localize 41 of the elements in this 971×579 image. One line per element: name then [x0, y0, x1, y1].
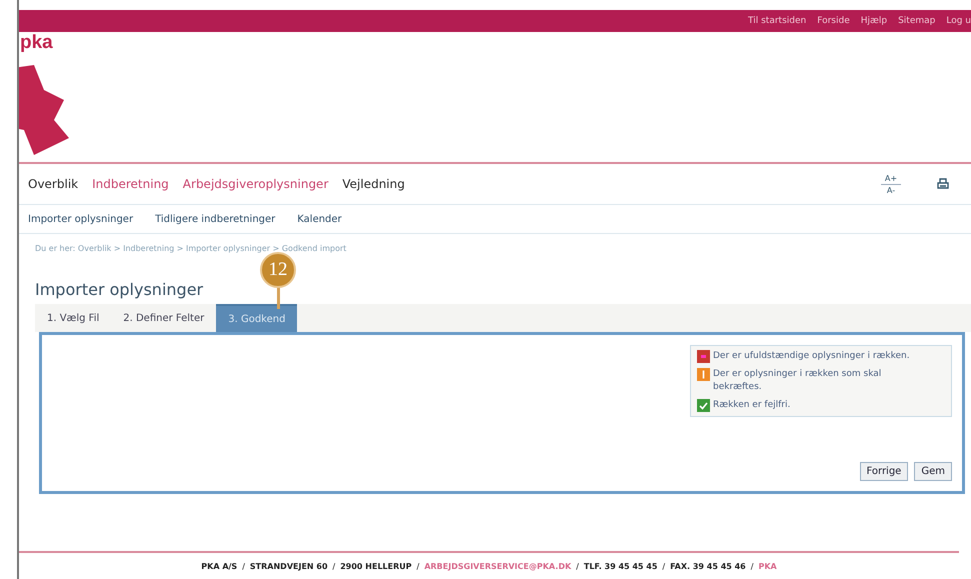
top-link[interactable]: Log u — [946, 16, 971, 26]
top-link[interactable]: Sitemap — [898, 16, 936, 26]
sub-nav-link[interactable]: Importer oplysninger — [28, 214, 134, 224]
separator: / — [416, 562, 420, 570]
legend-text: Rækken er fejlfri. — [713, 399, 790, 412]
separator: / — [750, 562, 754, 570]
footer-text: FAX. 39 45 45 46 — [670, 562, 746, 570]
save-button[interactable]: Gem — [914, 462, 952, 481]
print-icon[interactable] — [937, 178, 949, 190]
top-link[interactable]: Hjælp — [860, 16, 888, 26]
legend-text: Der er oplysninger i rækken som skal bekræftes. — [713, 368, 882, 394]
footer-text: TLF. 39 45 45 45 — [584, 562, 658, 570]
step-tab[interactable]: 2. Definer Felter — [111, 304, 216, 332]
logo-text[interactable]: pka — [20, 32, 53, 54]
sub-nav-link[interactable]: Tidligere indberetninger — [155, 214, 276, 224]
check-icon — [697, 399, 710, 412]
breadcrumb: Du er her: Overblik > Indberetning > Importer oplysninger > Godkend import — [34, 243, 348, 255]
top-link[interactable]: Til startsiden — [748, 16, 806, 26]
nav-link[interactable]: Overblik — [28, 177, 78, 191]
step-tab[interactable]: 1. Vælg Fil — [35, 304, 112, 332]
callout-line — [277, 287, 280, 309]
font-decrease-button[interactable]: A- — [886, 184, 896, 196]
font-increase-button[interactable]: A+ — [884, 172, 898, 184]
separator: / — [662, 562, 666, 570]
separator: / — [242, 562, 245, 570]
warning-icon — [697, 368, 710, 381]
footer-text: STRANDVEJEN 60 — [250, 562, 328, 570]
separator: / — [576, 562, 579, 570]
top-link[interactable]: Forside — [817, 16, 850, 26]
callout-badge: 12 — [260, 252, 296, 288]
footer-text: PKA A/S — [201, 562, 238, 570]
separator: / — [332, 562, 336, 570]
footer-text: 2900 HELLERUP — [340, 562, 412, 570]
sub-nav-link[interactable]: Kalender — [297, 214, 342, 224]
nav-link[interactable]: Arbejdsgiveroplysninger — [182, 177, 328, 191]
nav-link[interactable]: Indberetning — [92, 177, 169, 191]
legend-text: Der er ufuldstændige oplysninger i rækken. — [713, 350, 910, 363]
previous-button[interactable]: Forrige — [860, 462, 908, 481]
page-heading: Importer oplysninger — [35, 280, 204, 299]
nav-link[interactable]: Vejledning — [342, 177, 405, 191]
error-icon — [697, 350, 710, 363]
